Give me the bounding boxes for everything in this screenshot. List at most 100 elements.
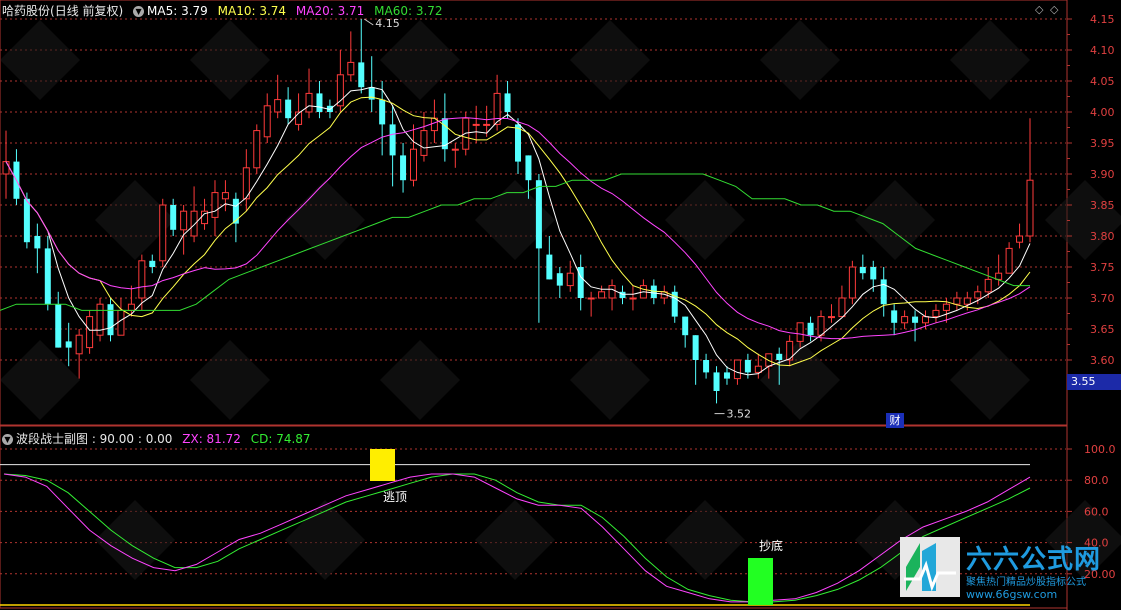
candle-body	[400, 155, 407, 181]
candle-body	[827, 316, 835, 319]
watermark-diamond	[285, 180, 365, 260]
candle-body	[274, 99, 282, 113]
candle-body	[870, 267, 877, 280]
candle-body	[504, 93, 511, 112]
candle-body	[922, 316, 930, 324]
candle-body	[525, 155, 532, 181]
candle-body	[34, 236, 41, 249]
candle-body	[776, 353, 783, 360]
price-tick-label: 3.75	[1090, 261, 1115, 274]
price-tick-label: 3.65	[1090, 323, 1115, 336]
candle-body	[556, 273, 563, 286]
site-logo: 六六公式网 聚焦热门精品炒股指标公式 www.66gsw.com	[900, 537, 1120, 607]
indicator-tick-label: 80.0	[1084, 474, 1109, 487]
candle-body	[410, 148, 418, 181]
cd-value: CD: 74.87	[250, 432, 311, 446]
candle-body	[75, 334, 83, 355]
candle-body	[23, 198, 30, 243]
watermark-diamond	[665, 500, 745, 580]
candle-body	[190, 210, 198, 237]
candle-body	[619, 291, 626, 298]
ma20-label: MA20: 3.71	[295, 4, 365, 18]
logo-tagline: 聚焦热门精品炒股指标公式	[966, 577, 1086, 588]
candle-body	[2, 161, 10, 175]
period-label[interactable]: (日线 前复权)	[50, 4, 123, 18]
watermark-layer	[0, 20, 1121, 580]
logo-mark-icon	[900, 537, 960, 597]
candle-body	[682, 316, 689, 336]
chevron-down-icon[interactable]: ▼	[2, 434, 13, 445]
candle-body	[305, 92, 313, 113]
main-panel-header: 哈药股份(日线 前复权) ▼ MA5: 3.79 MA10: 3.74 MA20:…	[2, 2, 449, 19]
watermark-diamond	[475, 500, 555, 580]
candle-body	[838, 297, 846, 318]
watermark-diamond	[855, 180, 935, 260]
bottom-fishing-signal	[748, 558, 773, 605]
low-marker-label: 3.52	[727, 408, 752, 421]
logo-url: www.66gsw.com	[966, 588, 1058, 601]
candle-body	[692, 335, 699, 360]
candle-body	[932, 309, 940, 318]
watermark-diamond	[285, 500, 365, 580]
stock-chart[interactable]: 4.15 3.52 4.15 4.10 4.05 4.00 3.95 3.90 3.85 3.8…	[0, 0, 1121, 610]
candle-body	[358, 62, 365, 88]
candle-body	[1005, 247, 1013, 274]
price-tick-label: 3.60	[1090, 354, 1115, 367]
financial-report-badge[interactable]: 财	[886, 413, 904, 428]
candle-body	[848, 266, 856, 299]
ma5-label: MA5: 3.79	[147, 4, 208, 18]
candle-body	[608, 285, 616, 299]
diamond-icon[interactable]: ◇	[1035, 3, 1043, 16]
indicator-tick-label: 100.0	[1084, 443, 1116, 456]
candle-body	[733, 359, 741, 380]
candle-body	[55, 304, 62, 348]
ma10-label: MA10: 3.74	[217, 4, 287, 18]
ma60-label: MA60: 3.72	[374, 4, 443, 18]
candle-body	[566, 272, 574, 287]
logo-text: 六六公式网	[966, 545, 1102, 575]
chevron-down-icon[interactable]: ▼	[133, 6, 145, 17]
indicator-title[interactable]: 波段战士副图 : 90.00 : 0.00	[16, 432, 172, 446]
price-tick-label: 3.70	[1090, 292, 1115, 305]
current-price-tag: 3.55	[1067, 374, 1121, 390]
sub-panel-header: ▼ 波段战士副图 : 90.00 : 0.00 ZX: 81.72 CD: 74.…	[2, 430, 317, 447]
stock-name[interactable]: 哈药股份	[2, 4, 50, 18]
high-marker-arrow	[363, 18, 374, 26]
candle-body	[891, 310, 898, 323]
candle-body	[138, 260, 146, 299]
watermark-diamond	[570, 340, 650, 420]
candle-body	[127, 303, 135, 311]
watermark-diamond	[380, 340, 460, 420]
candle-body	[420, 130, 428, 156]
price-tick-label: 3.80	[1090, 230, 1115, 243]
candle-body	[180, 210, 188, 231]
price-tick-label: 4.10	[1090, 44, 1115, 57]
candle-body	[546, 254, 553, 280]
candle-body	[754, 365, 762, 373]
watermark-diamond	[95, 500, 175, 580]
candle-body	[963, 297, 971, 305]
candle-body	[807, 322, 814, 336]
watermark-diamond	[190, 20, 270, 100]
candle-body	[389, 124, 396, 156]
candle-body	[347, 61, 355, 76]
candle-body	[535, 180, 542, 249]
candle-body	[472, 123, 480, 126]
watermark-diamond	[665, 180, 745, 260]
escape-top-label: 逃顶	[383, 490, 408, 504]
candle-body	[984, 278, 992, 293]
zx-value: ZX: 81.72	[182, 432, 241, 446]
price-tick-label: 4.00	[1090, 106, 1115, 119]
price-tick-label: 3.95	[1090, 137, 1115, 150]
watermark-diamond	[950, 340, 1030, 420]
candle-body	[86, 316, 94, 349]
watermark-diamond	[475, 180, 555, 260]
price-axis: 4.15 4.10 4.05 4.00 3.95 3.90 3.85 3.80 3.75 3.70…	[1067, 13, 1116, 581]
collapse-icon[interactable]: ◇	[1050, 3, 1058, 16]
candle-body	[221, 192, 229, 200]
candle-body	[170, 205, 177, 230]
candle-body	[107, 304, 114, 336]
candle-body	[953, 297, 961, 305]
candle-body	[765, 353, 773, 367]
candle-body	[1026, 179, 1034, 237]
